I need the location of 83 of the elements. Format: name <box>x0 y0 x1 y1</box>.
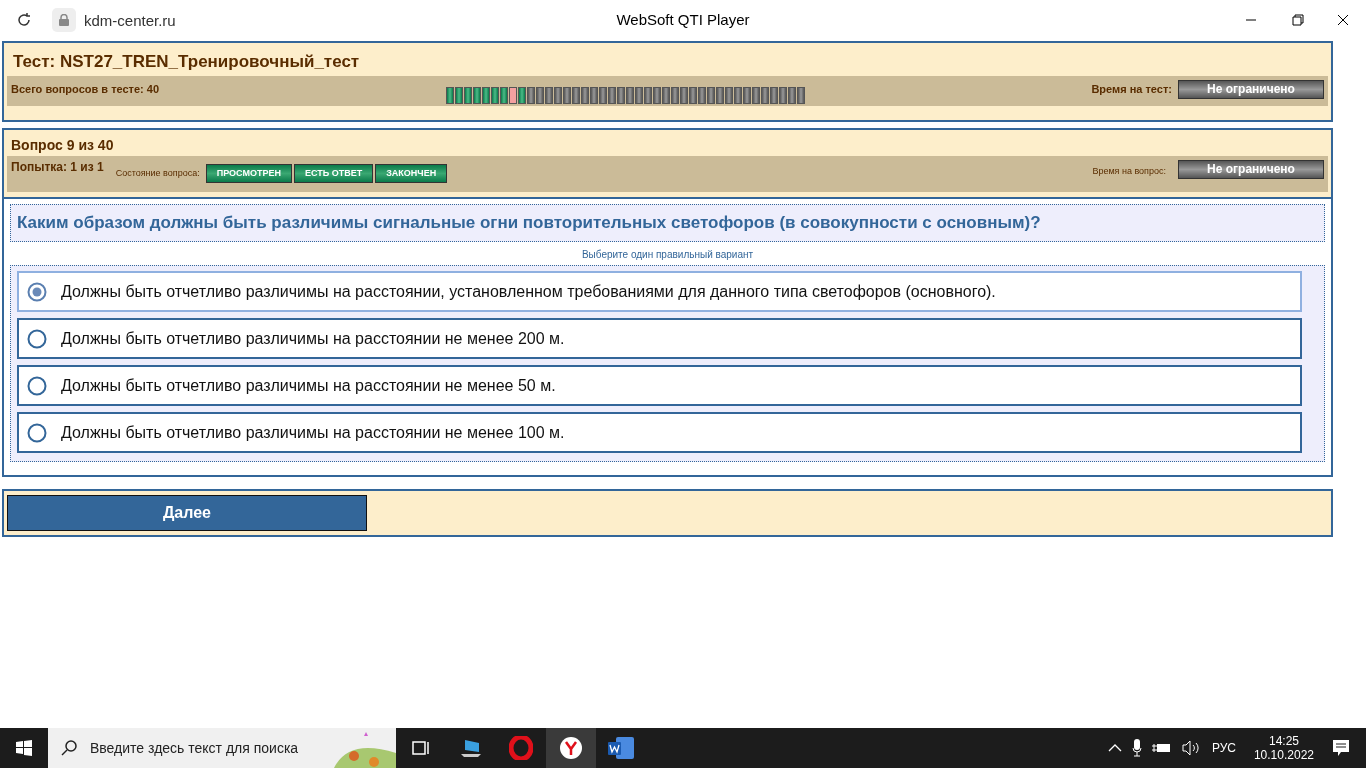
answer-option[interactable]: Должны быть отчетливо различимы на расстоянии не менее 200 м. <box>17 318 1302 359</box>
progress-cell[interactable] <box>724 87 733 104</box>
progress-cell[interactable] <box>490 87 499 104</box>
progress-cell[interactable] <box>715 87 724 104</box>
progress-cell[interactable] <box>571 87 580 104</box>
progress-cell[interactable] <box>760 87 769 104</box>
lock-icon <box>52 8 76 32</box>
language-indicator[interactable]: РУС <box>1211 741 1236 755</box>
attempt-label: Попытка: 1 из 1 <box>11 160 104 174</box>
radio-button[interactable] <box>27 328 47 349</box>
answer-text: Должны быть отчетливо различимы на расстоянии, установленном требованиями для данного типа светофоров (основного). <box>61 282 996 301</box>
state-indicator: ЕСТЬ ОТВЕТ <box>293 164 374 183</box>
progress-cell[interactable] <box>769 87 778 104</box>
progress-cell[interactable] <box>562 87 571 104</box>
progress-cell[interactable] <box>598 87 607 104</box>
progress-cell[interactable] <box>742 87 751 104</box>
address-bar[interactable]: kdm-center.ru <box>84 11 176 29</box>
radio-button[interactable] <box>27 375 47 396</box>
question-state-label: Состояние вопроса: <box>115 168 200 178</box>
start-button[interactable] <box>16 740 32 756</box>
next-button[interactable]: Далее <box>7 495 367 531</box>
progress-cell[interactable] <box>697 87 706 104</box>
window-title: WebSoft QTI Player <box>616 11 750 28</box>
progress-cell[interactable] <box>661 87 670 104</box>
question-time-label: Время на вопрос: <box>1092 166 1166 176</box>
answer-option[interactable]: Должны быть отчетливо различимы на расстоянии, установленном требованиями для данного типа светофоров (основного). <box>17 271 1302 312</box>
test-time-label: Время на тест: <box>1091 82 1172 95</box>
progress-cell[interactable] <box>499 87 508 104</box>
progress-cell[interactable] <box>670 87 679 104</box>
progress-cell[interactable] <box>751 87 760 104</box>
battery-icon[interactable] <box>1151 741 1172 755</box>
progress-cell[interactable] <box>625 87 634 104</box>
answer-text: Должны быть отчетливо различимы на расстоянии не менее 200 м. <box>61 329 565 348</box>
question-text: Каким образом должны быть различимы сигнальные огни повторительных светофоров (в совокупности с основным)? <box>10 204 1325 242</box>
progress-cell[interactable] <box>544 87 553 104</box>
taskbar-search-field[interactable]: Введите здесь текст для поиска <box>48 728 396 768</box>
reload-icon[interactable] <box>16 12 32 28</box>
search-field[interactable]: Введите здесь текст для поиска <box>88 739 322 757</box>
progress-cell[interactable] <box>517 87 526 104</box>
radio-button[interactable] <box>27 281 47 302</box>
speaker-icon[interactable] <box>1181 740 1202 756</box>
notification-icon[interactable] <box>1332 739 1350 757</box>
progress-cell[interactable] <box>454 87 463 104</box>
progress-cell[interactable] <box>616 87 625 104</box>
progress-cell[interactable] <box>580 87 589 104</box>
answer-option[interactable]: Должны быть отчетливо различимы на расстоянии не менее 100 м. <box>17 412 1302 453</box>
chevron-up-icon[interactable] <box>1107 743 1122 753</box>
progress-cell[interactable] <box>481 87 490 104</box>
answer-text: Должны быть отчетливо различимы на расстоянии не менее 100 м. <box>61 423 565 442</box>
progress-cell[interactable] <box>445 87 454 104</box>
total-questions-label: Всего вопросов в тесте: 40 <box>11 82 160 95</box>
answer-text: Должны быть отчетливо различимы на расстоянии не менее 50 м. <box>61 376 556 395</box>
progress-cell[interactable] <box>778 87 787 104</box>
answer-option[interactable]: Должны быть отчетливо различимы на расстоянии не менее 50 м. <box>17 365 1302 406</box>
microphone-icon[interactable] <box>1131 739 1142 757</box>
progress-cell[interactable] <box>733 87 742 104</box>
progress-cell[interactable] <box>508 87 517 104</box>
progress-cell[interactable] <box>634 87 643 104</box>
state-indicator: ЗАКОНЧЕН <box>375 164 448 183</box>
progress-cell[interactable] <box>787 87 796 104</box>
progress-cell[interactable] <box>652 87 661 104</box>
search-icon <box>60 739 78 757</box>
progress-cell[interactable] <box>706 87 715 104</box>
progress-cell[interactable] <box>472 87 481 104</box>
state-indicator: ПРОСМОТРЕН <box>205 164 292 183</box>
clock[interactable]: 14:25 10.10.2022 <box>1253 734 1314 762</box>
progress-cell[interactable] <box>553 87 562 104</box>
progress-cell[interactable] <box>535 87 544 104</box>
question-time-value: Не ограничено <box>1178 160 1324 179</box>
progress-cell[interactable] <box>589 87 598 104</box>
test-title: Тест: NST27_TREN_Тренировочный_тест <box>12 51 361 73</box>
progress-cell[interactable] <box>607 87 616 104</box>
progress-cell[interactable] <box>688 87 697 104</box>
progress-cell[interactable] <box>463 87 472 104</box>
progress-cell[interactable] <box>526 87 535 104</box>
radio-button[interactable] <box>27 422 47 443</box>
progress-cell[interactable] <box>796 87 805 104</box>
progress-cell[interactable] <box>679 87 688 104</box>
question-number: Вопрос 9 из 40 <box>10 136 115 155</box>
progress-cell[interactable] <box>643 87 652 104</box>
test-time-value: Не ограничено <box>1178 80 1324 99</box>
answer-hint: Выберите один правильный вариант <box>580 249 755 260</box>
yandex-browser-icon[interactable] <box>546 728 596 768</box>
